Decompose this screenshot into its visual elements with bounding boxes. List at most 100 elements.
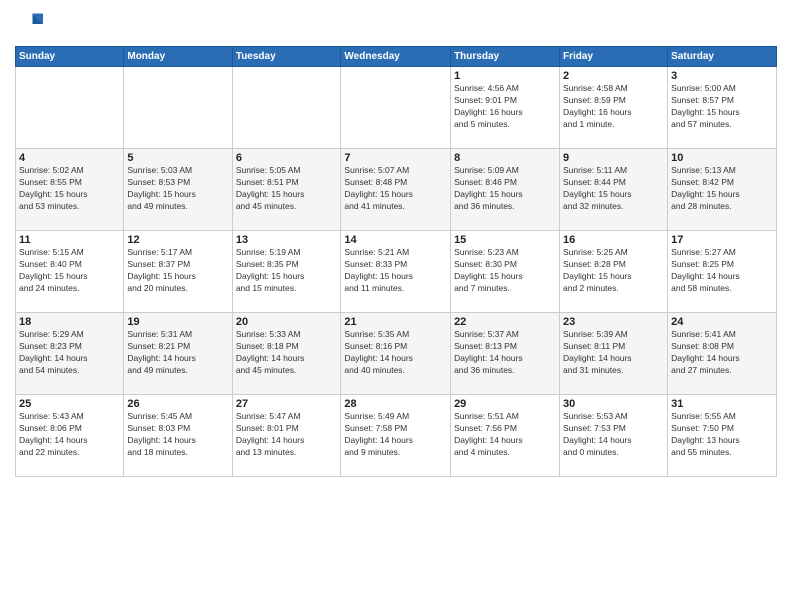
day-info: Sunrise: 5:37 AMSunset: 8:13 PMDaylight:… xyxy=(454,329,556,377)
calendar-week-4: 18Sunrise: 5:29 AMSunset: 8:23 PMDayligh… xyxy=(16,313,777,395)
day-info: Sunrise: 5:31 AMSunset: 8:21 PMDaylight:… xyxy=(127,329,228,377)
calendar-cell: 19Sunrise: 5:31 AMSunset: 8:21 PMDayligh… xyxy=(124,313,232,395)
calendar-cell: 15Sunrise: 5:23 AMSunset: 8:30 PMDayligh… xyxy=(451,231,560,313)
calendar-cell: 8Sunrise: 5:09 AMSunset: 8:46 PMDaylight… xyxy=(451,149,560,231)
calendar-header-tuesday: Tuesday xyxy=(232,47,341,67)
calendar-header-sunday: Sunday xyxy=(16,47,124,67)
day-number: 30 xyxy=(563,398,664,410)
day-info: Sunrise: 5:03 AMSunset: 8:53 PMDaylight:… xyxy=(127,165,228,213)
day-info: Sunrise: 5:51 AMSunset: 7:56 PMDaylight:… xyxy=(454,411,556,459)
calendar-cell: 17Sunrise: 5:27 AMSunset: 8:25 PMDayligh… xyxy=(668,231,777,313)
day-number: 18 xyxy=(19,316,120,328)
calendar-week-1: 1Sunrise: 4:56 AMSunset: 9:01 PMDaylight… xyxy=(16,67,777,149)
calendar-table: SundayMondayTuesdayWednesdayThursdayFrid… xyxy=(15,46,777,477)
calendar-cell: 10Sunrise: 5:13 AMSunset: 8:42 PMDayligh… xyxy=(668,149,777,231)
calendar-header-saturday: Saturday xyxy=(668,47,777,67)
calendar-cell: 28Sunrise: 5:49 AMSunset: 7:58 PMDayligh… xyxy=(341,395,451,477)
day-info: Sunrise: 5:27 AMSunset: 8:25 PMDaylight:… xyxy=(671,247,773,295)
calendar-cell: 1Sunrise: 4:56 AMSunset: 9:01 PMDaylight… xyxy=(451,67,560,149)
day-number: 4 xyxy=(19,152,120,164)
day-number: 19 xyxy=(127,316,228,328)
calendar-cell: 6Sunrise: 5:05 AMSunset: 8:51 PMDaylight… xyxy=(232,149,341,231)
calendar-cell: 31Sunrise: 5:55 AMSunset: 7:50 PMDayligh… xyxy=(668,395,777,477)
calendar-week-2: 4Sunrise: 5:02 AMSunset: 8:55 PMDaylight… xyxy=(16,149,777,231)
day-number: 21 xyxy=(344,316,447,328)
logo xyxy=(15,10,47,38)
calendar-cell xyxy=(341,67,451,149)
calendar-header-wednesday: Wednesday xyxy=(341,47,451,67)
day-info: Sunrise: 5:00 AMSunset: 8:57 PMDaylight:… xyxy=(671,83,773,131)
day-info: Sunrise: 5:35 AMSunset: 8:16 PMDaylight:… xyxy=(344,329,447,377)
calendar-cell: 3Sunrise: 5:00 AMSunset: 8:57 PMDaylight… xyxy=(668,67,777,149)
calendar-cell: 16Sunrise: 5:25 AMSunset: 8:28 PMDayligh… xyxy=(560,231,668,313)
day-number: 6 xyxy=(236,152,338,164)
day-number: 12 xyxy=(127,234,228,246)
calendar-cell: 13Sunrise: 5:19 AMSunset: 8:35 PMDayligh… xyxy=(232,231,341,313)
day-number: 10 xyxy=(671,152,773,164)
day-number: 3 xyxy=(671,70,773,82)
calendar-week-5: 25Sunrise: 5:43 AMSunset: 8:06 PMDayligh… xyxy=(16,395,777,477)
day-info: Sunrise: 5:33 AMSunset: 8:18 PMDaylight:… xyxy=(236,329,338,377)
day-info: Sunrise: 5:45 AMSunset: 8:03 PMDaylight:… xyxy=(127,411,228,459)
calendar-cell: 30Sunrise: 5:53 AMSunset: 7:53 PMDayligh… xyxy=(560,395,668,477)
calendar-cell: 18Sunrise: 5:29 AMSunset: 8:23 PMDayligh… xyxy=(16,313,124,395)
calendar-cell: 29Sunrise: 5:51 AMSunset: 7:56 PMDayligh… xyxy=(451,395,560,477)
day-number: 24 xyxy=(671,316,773,328)
calendar-week-3: 11Sunrise: 5:15 AMSunset: 8:40 PMDayligh… xyxy=(16,231,777,313)
calendar-cell xyxy=(16,67,124,149)
logo-icon xyxy=(15,10,43,38)
day-info: Sunrise: 5:49 AMSunset: 7:58 PMDaylight:… xyxy=(344,411,447,459)
day-info: Sunrise: 5:55 AMSunset: 7:50 PMDaylight:… xyxy=(671,411,773,459)
day-number: 8 xyxy=(454,152,556,164)
calendar-cell: 5Sunrise: 5:03 AMSunset: 8:53 PMDaylight… xyxy=(124,149,232,231)
header xyxy=(15,10,777,38)
day-info: Sunrise: 5:15 AMSunset: 8:40 PMDaylight:… xyxy=(19,247,120,295)
day-number: 7 xyxy=(344,152,447,164)
calendar-header-thursday: Thursday xyxy=(451,47,560,67)
day-info: Sunrise: 5:17 AMSunset: 8:37 PMDaylight:… xyxy=(127,247,228,295)
calendar-cell: 2Sunrise: 4:58 AMSunset: 8:59 PMDaylight… xyxy=(560,67,668,149)
calendar-cell: 24Sunrise: 5:41 AMSunset: 8:08 PMDayligh… xyxy=(668,313,777,395)
calendar-header-friday: Friday xyxy=(560,47,668,67)
day-number: 17 xyxy=(671,234,773,246)
day-info: Sunrise: 5:05 AMSunset: 8:51 PMDaylight:… xyxy=(236,165,338,213)
calendar-cell: 25Sunrise: 5:43 AMSunset: 8:06 PMDayligh… xyxy=(16,395,124,477)
day-info: Sunrise: 5:43 AMSunset: 8:06 PMDaylight:… xyxy=(19,411,120,459)
calendar-cell: 21Sunrise: 5:35 AMSunset: 8:16 PMDayligh… xyxy=(341,313,451,395)
day-number: 16 xyxy=(563,234,664,246)
day-number: 31 xyxy=(671,398,773,410)
day-number: 20 xyxy=(236,316,338,328)
calendar-cell xyxy=(124,67,232,149)
calendar-cell: 4Sunrise: 5:02 AMSunset: 8:55 PMDaylight… xyxy=(16,149,124,231)
calendar-cell xyxy=(232,67,341,149)
day-info: Sunrise: 5:47 AMSunset: 8:01 PMDaylight:… xyxy=(236,411,338,459)
calendar-header-row: SundayMondayTuesdayWednesdayThursdayFrid… xyxy=(16,47,777,67)
calendar-cell: 26Sunrise: 5:45 AMSunset: 8:03 PMDayligh… xyxy=(124,395,232,477)
day-info: Sunrise: 5:13 AMSunset: 8:42 PMDaylight:… xyxy=(671,165,773,213)
calendar-cell: 20Sunrise: 5:33 AMSunset: 8:18 PMDayligh… xyxy=(232,313,341,395)
day-number: 15 xyxy=(454,234,556,246)
day-info: Sunrise: 5:19 AMSunset: 8:35 PMDaylight:… xyxy=(236,247,338,295)
calendar-cell: 14Sunrise: 5:21 AMSunset: 8:33 PMDayligh… xyxy=(341,231,451,313)
calendar-cell: 22Sunrise: 5:37 AMSunset: 8:13 PMDayligh… xyxy=(451,313,560,395)
page-container: SundayMondayTuesdayWednesdayThursdayFrid… xyxy=(0,0,792,612)
day-number: 2 xyxy=(563,70,664,82)
day-number: 23 xyxy=(563,316,664,328)
day-info: Sunrise: 5:25 AMSunset: 8:28 PMDaylight:… xyxy=(563,247,664,295)
day-info: Sunrise: 5:02 AMSunset: 8:55 PMDaylight:… xyxy=(19,165,120,213)
calendar-cell: 23Sunrise: 5:39 AMSunset: 8:11 PMDayligh… xyxy=(560,313,668,395)
calendar-cell: 7Sunrise: 5:07 AMSunset: 8:48 PMDaylight… xyxy=(341,149,451,231)
day-number: 22 xyxy=(454,316,556,328)
day-number: 11 xyxy=(19,234,120,246)
calendar-header-monday: Monday xyxy=(124,47,232,67)
day-info: Sunrise: 5:23 AMSunset: 8:30 PMDaylight:… xyxy=(454,247,556,295)
day-number: 5 xyxy=(127,152,228,164)
day-number: 14 xyxy=(344,234,447,246)
day-number: 27 xyxy=(236,398,338,410)
day-info: Sunrise: 5:11 AMSunset: 8:44 PMDaylight:… xyxy=(563,165,664,213)
day-info: Sunrise: 4:58 AMSunset: 8:59 PMDaylight:… xyxy=(563,83,664,131)
day-info: Sunrise: 5:21 AMSunset: 8:33 PMDaylight:… xyxy=(344,247,447,295)
day-info: Sunrise: 5:41 AMSunset: 8:08 PMDaylight:… xyxy=(671,329,773,377)
day-number: 1 xyxy=(454,70,556,82)
day-info: Sunrise: 5:07 AMSunset: 8:48 PMDaylight:… xyxy=(344,165,447,213)
